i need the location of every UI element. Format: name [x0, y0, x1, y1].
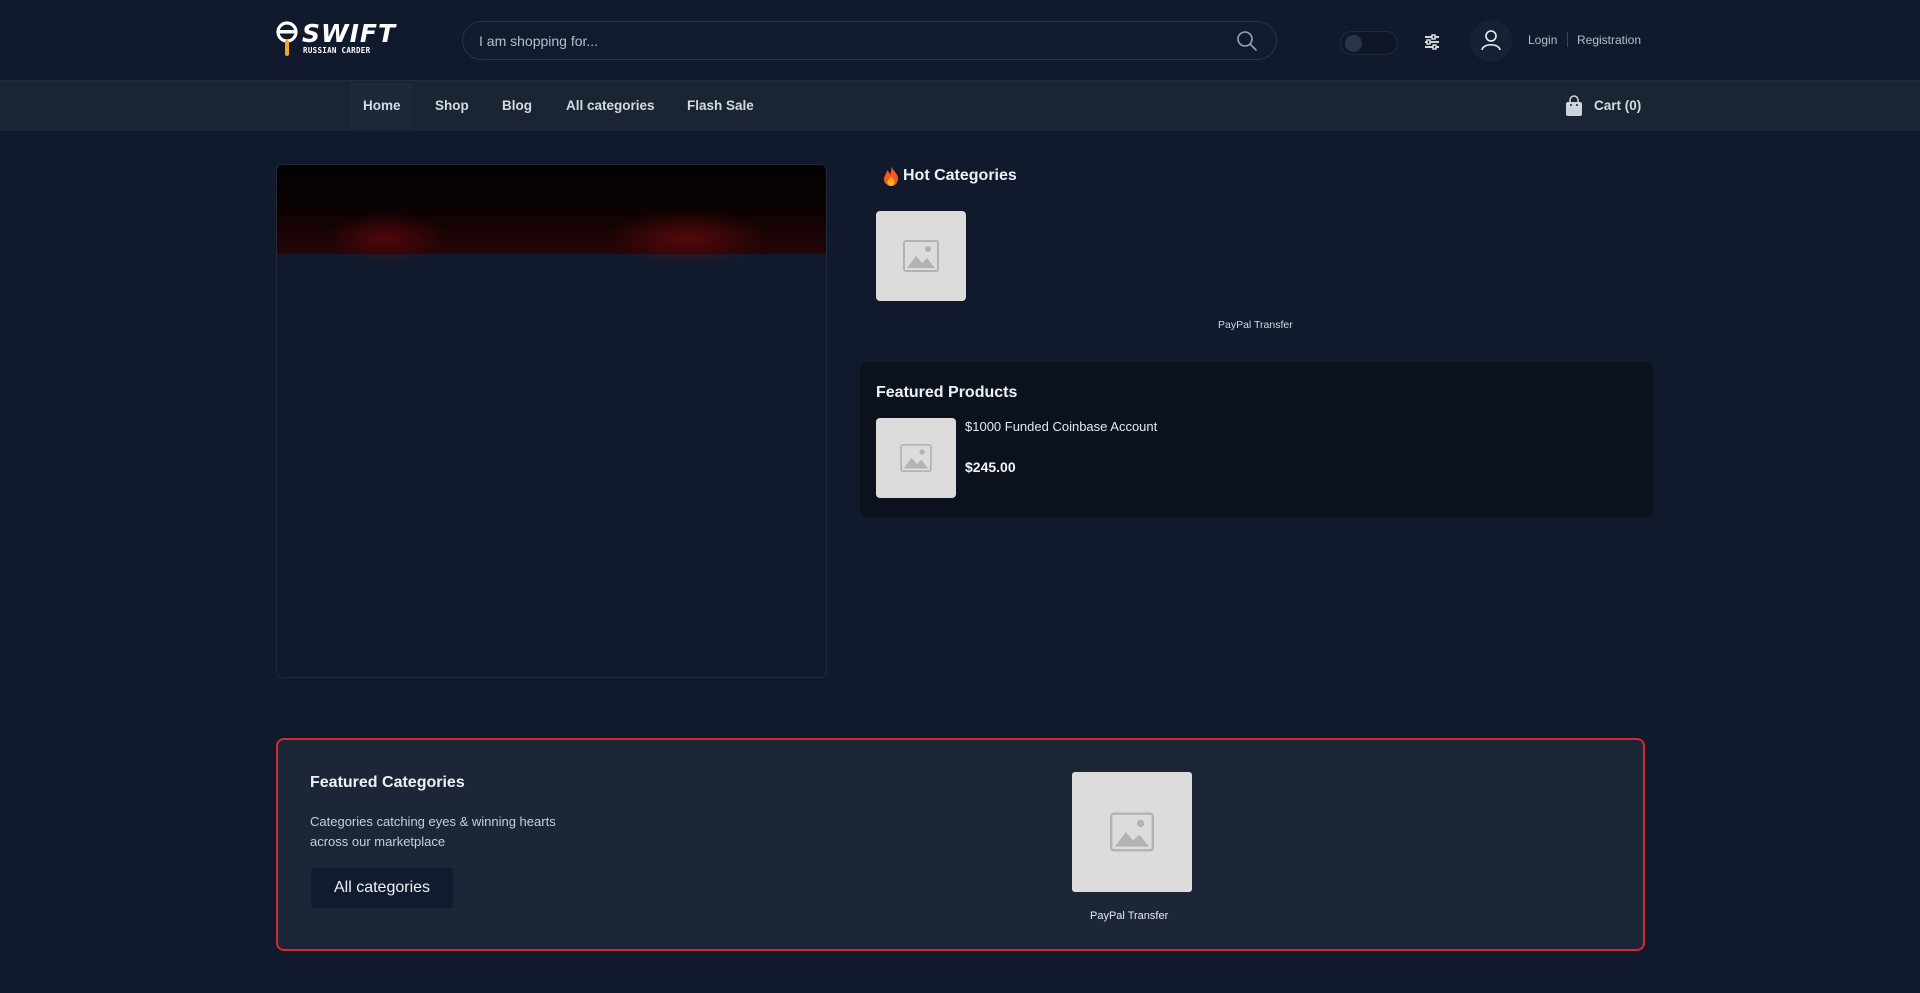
product-name[interactable]: $1000 Funded Coinbase Account: [965, 419, 1157, 434]
image-placeholder-icon: [903, 240, 939, 272]
image-placeholder-icon: [900, 444, 932, 472]
more-icon[interactable]: [1606, 384, 1622, 404]
featured-categories-section: Featured Categories Categories catching …: [276, 738, 1645, 951]
cart-link[interactable]: Cart (0): [1594, 98, 1641, 113]
logo[interactable]: SWIFT RUSSIAN CARDER: [275, 20, 395, 60]
featured-categories-title: Featured Categories: [310, 774, 465, 791]
banner-glow: [327, 213, 447, 263]
sliders-icon[interactable]: [1423, 33, 1441, 51]
nav-all-categories[interactable]: All categories: [566, 98, 655, 113]
registration-link[interactable]: Registration: [1577, 33, 1641, 47]
search-bar: [462, 21, 1277, 60]
theme-toggle[interactable]: [1340, 31, 1398, 55]
featured-categories-description: Categories catching eyes & winning heart…: [310, 814, 556, 849]
divider: [1567, 32, 1568, 47]
logo-mark-icon: [276, 21, 298, 56]
theme-toggle-alt-icon: [1378, 35, 1395, 52]
all-categories-button[interactable]: All categories: [311, 868, 453, 908]
theme-toggle-icon: [1345, 35, 1362, 52]
featured-category-thumbnail[interactable]: [1072, 772, 1192, 892]
menu-icon[interactable]: [275, 94, 305, 118]
featured-products-panel: Featured Products $1000 Funded Coinbase …: [860, 362, 1653, 517]
featured-category-label[interactable]: PayPal Transfer: [1090, 910, 1168, 922]
banner-image: [277, 165, 826, 265]
flame-icon: [884, 166, 898, 186]
site-header: SWIFT RUSSIAN CARDER Login Registration: [0, 0, 1920, 80]
nav-home[interactable]: Home: [363, 98, 401, 113]
banner-glow: [607, 210, 767, 265]
logo-tagline: RUSSIAN CARDER: [303, 46, 371, 55]
login-link[interactable]: Login: [1528, 33, 1557, 47]
nav-shop[interactable]: Shop: [435, 98, 469, 113]
user-icon: [1481, 30, 1501, 51]
nav-blog[interactable]: Blog: [502, 98, 532, 113]
logo-word: SWIFT: [302, 19, 397, 48]
featured-products-title: Featured Products: [876, 384, 1018, 401]
product-thumbnail[interactable]: [876, 418, 956, 498]
main-nav: Home Shop Blog All categories Flash Sale…: [0, 80, 1920, 131]
nav-flash-sale[interactable]: Flash Sale: [687, 98, 754, 113]
search-icon[interactable]: [1236, 30, 1258, 52]
hot-categories-title: Hot Categories: [903, 167, 1017, 184]
hot-category-label[interactable]: PayPal Transfer: [1218, 319, 1293, 331]
user-avatar[interactable]: [1470, 20, 1512, 62]
search-input[interactable]: [479, 30, 1179, 52]
cart-bag-icon[interactable]: [1565, 95, 1583, 117]
product-price: $245.00: [965, 459, 1016, 475]
hot-category-thumbnail[interactable]: [876, 211, 966, 301]
hero-banner[interactable]: [276, 164, 827, 678]
image-placeholder-icon: [1110, 812, 1154, 852]
